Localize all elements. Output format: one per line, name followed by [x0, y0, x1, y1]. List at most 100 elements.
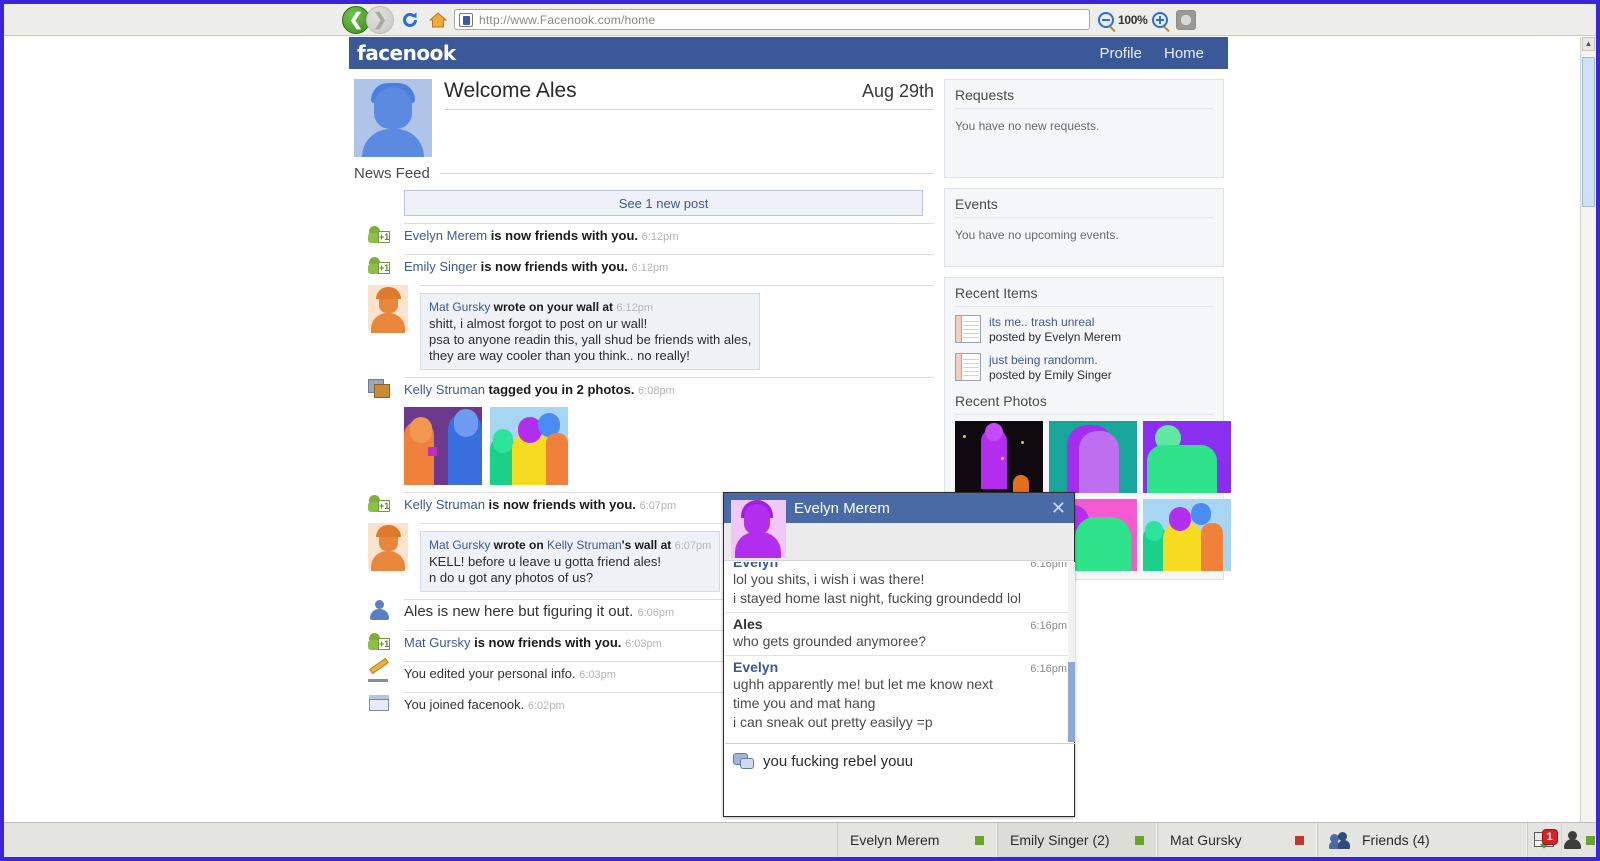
feed-item-name[interactable]: Evelyn Merem [404, 228, 487, 243]
chat-scrollbar-thumb[interactable] [1068, 662, 1075, 742]
chat-window[interactable]: Evelyn Merem ✕ Evelyn 6:16pm lol you shi… [723, 492, 1075, 817]
status-indicator [1295, 835, 1304, 845]
reload-icon[interactable] [398, 7, 422, 33]
scrollbar-thumb[interactable] [1582, 57, 1595, 207]
chat-message-time: 6:16pm [1030, 663, 1067, 675]
feed-item-name[interactable]: Mat Gursky [404, 635, 470, 650]
close-icon[interactable]: ✕ [1051, 499, 1066, 517]
chat-input[interactable]: you fucking rebel youu [725, 743, 1075, 779]
feed-item-action: is now friends with you. [470, 635, 622, 650]
feed-item[interactable]: Mat Gursky wrote on your wall at 6:12pm … [354, 285, 934, 370]
current-date: Aug 29th [861, 81, 934, 101]
feed-item-time: 6:03pm [579, 669, 616, 681]
taskbar-button-emily-singer[interactable]: Emily Singer (2) [997, 823, 1157, 857]
chat-message: Evelyn 6:16pm ughh apparently me! but le… [725, 655, 1075, 736]
requests-title: Requests [955, 87, 1213, 109]
wall-post-line: KELL! before u leave u gotta friend ales… [429, 554, 661, 569]
status-indicator [1135, 835, 1144, 845]
mail-badge: 1 [1541, 828, 1558, 845]
feed-item-time: 6:12pm [616, 302, 654, 314]
feed-item-action-2: 's wall at [621, 538, 675, 552]
wall-post: Mat Gursky wrote on your wall at 6:12pm … [420, 293, 761, 370]
friend-add-icon: +1 [368, 492, 392, 516]
photo-teal-purple[interactable] [1049, 421, 1137, 493]
pencil-icon [368, 657, 392, 685]
feed-item-name: Ales [404, 603, 434, 620]
online-status-square [1585, 835, 1595, 845]
chat-message-time: 6:16pm [1030, 620, 1067, 632]
recent-item-sub: posted by Emily Singer [989, 368, 1112, 382]
chat-scrollbar[interactable] [1068, 562, 1075, 742]
page-favicon [459, 12, 473, 27]
see-new-post-button[interactable]: See 1 new post [404, 190, 923, 216]
note-icon [955, 353, 981, 381]
address-bar[interactable]: http://www.Facenook.com/home [454, 9, 1090, 30]
avatar[interactable] [354, 79, 432, 157]
feed-item[interactable]: +1 Emily Singer is now friends with you.… [354, 254, 934, 278]
status-indicator [975, 835, 984, 845]
nav-link-home[interactable]: Home [1164, 45, 1204, 62]
taskbar-button-evelyn-merem[interactable]: Evelyn Merem [837, 823, 997, 857]
scroll-up-arrow[interactable]: ▲ [1582, 37, 1595, 51]
photo-thumb-purple-pair[interactable] [404, 407, 482, 485]
chat-message-list[interactable]: Evelyn 6:16pm lol you shits, i wish i wa… [725, 562, 1075, 742]
feed-item-action: is new here but figuring it out. [433, 603, 634, 620]
taskbar-button-mat-gursky[interactable]: Mat Gursky [1157, 823, 1317, 857]
photo-group-yellow[interactable] [1143, 499, 1231, 571]
chat-message-sender: Evelyn [733, 562, 779, 570]
chat-message-line: i stayed home last night, fucking ground… [733, 590, 1021, 606]
taskbar-spacer [4, 823, 837, 857]
friend-add-icon: +1 [368, 223, 392, 247]
zoom-in-icon[interactable] [1151, 11, 1168, 28]
nav-link-profile[interactable]: Profile [1099, 45, 1142, 62]
feed-item-name[interactable]: Mat Gursky [429, 538, 490, 552]
feed-item-action: is now friends with you. [484, 497, 636, 512]
wall-post-line: shitt, i almost forgot to post on ur wal… [429, 316, 648, 331]
chat-input-value[interactable]: you fucking rebel youu [763, 753, 913, 770]
friend-add-icon: +1 [368, 630, 392, 654]
chat-message: Evelyn 6:16pm lol you shits, i wish i wa… [725, 562, 1075, 612]
feed-item[interactable]: Kelly Struman tagged you in 2 photos. 6:… [354, 377, 934, 485]
page-scrollbar[interactable]: ▲ [1580, 37, 1596, 857]
chat-message-time: 6:16pm [1030, 562, 1067, 570]
feed-item-name[interactable]: Kelly Struman [404, 497, 485, 512]
mail-tray-button[interactable]: 1 [1528, 822, 1562, 857]
news-feed-heading: News Feed [354, 165, 934, 182]
recent-item-title[interactable]: its me.. trash unreal [989, 315, 1121, 330]
recent-photos-title: Recent Photos [955, 393, 1213, 415]
feed-item-action: is now friends with you. [487, 228, 639, 243]
wall-post-line: psa to anyone readin this, yall shud be … [429, 332, 752, 347]
site-logo[interactable]: facenook [357, 41, 456, 65]
forward-arrow-icon[interactable]: ❯ [366, 5, 394, 34]
friends-icon [1329, 831, 1350, 849]
profile-header: Welcome Ales Aug 29th [354, 79, 934, 157]
feed-item-name[interactable]: Emily Singer [404, 259, 477, 274]
feed-item-name[interactable]: Mat Gursky [429, 300, 490, 314]
recent-item[interactable]: its me.. trash unreal posted by Evelyn M… [955, 315, 1213, 345]
person-orange-icon [368, 285, 408, 333]
home-icon[interactable] [426, 7, 450, 33]
feed-item[interactable]: +1 Evelyn Merem is now friends with you.… [354, 223, 934, 247]
recent-item-sub: posted by Evelyn Merem [989, 330, 1122, 344]
recent-item[interactable]: just being randomm. posted by Emily Sing… [955, 353, 1213, 383]
chat-message-line: i can sneak out pretty easilyy =p [733, 714, 933, 730]
system-tray: 1 [1527, 822, 1596, 858]
wall-post: Mat Gursky wrote on Kelly Struman's wall… [420, 531, 721, 592]
requests-empty-text: You have no new requests. [955, 119, 1100, 133]
zoom-out-icon[interactable] [1098, 11, 1114, 28]
photo-night-purple[interactable] [955, 421, 1043, 493]
feed-item-name[interactable]: Kelly Struman [404, 382, 485, 397]
chat-title: Evelyn Merem [794, 499, 890, 517]
site-nav: Profile Home [1099, 45, 1204, 62]
feed-item-name-2[interactable]: Kelly Struman [547, 538, 622, 552]
gear-icon[interactable] [1175, 9, 1196, 30]
feed-item-time: 6:12pm [631, 262, 669, 274]
person-tray-button[interactable] [1562, 823, 1596, 858]
taskbar-button-friends[interactable]: Friends (4) [1317, 823, 1527, 857]
photo-green-sitting[interactable] [1143, 421, 1231, 493]
photo-thumb-group-yellow[interactable] [490, 407, 568, 485]
feed-item-time: 6:06pm [637, 607, 675, 619]
events-title: Events [955, 196, 1213, 218]
recent-item-title[interactable]: just being randomm. [989, 353, 1112, 368]
